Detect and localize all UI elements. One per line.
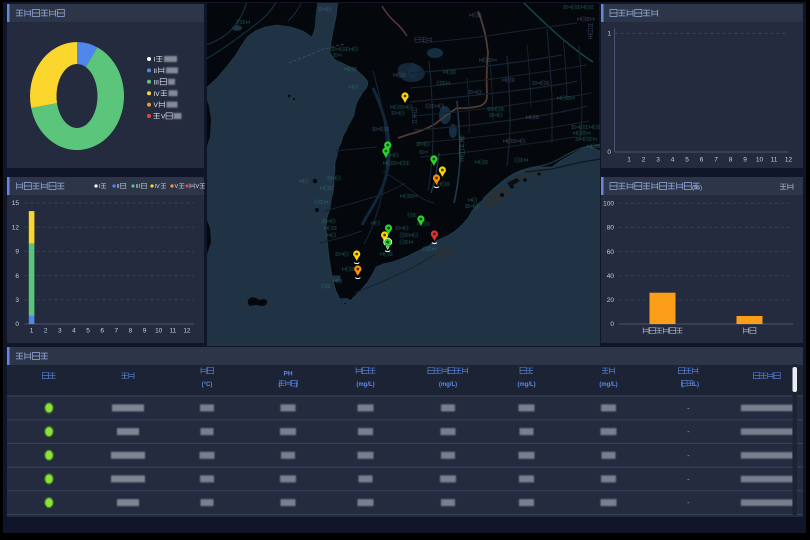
- svg-text:12: 12: [12, 224, 20, 231]
- svg-text:(mg/L): (mg/L): [599, 382, 617, 388]
- svg-text:0: 0: [15, 321, 19, 328]
- svg-text:II: II: [154, 68, 158, 75]
- svg-text:1: 1: [607, 31, 611, 38]
- svg-text:3: 3: [15, 297, 19, 304]
- svg-text:0: 0: [607, 149, 611, 156]
- svg-text:6: 6: [100, 328, 104, 335]
- svg-text:V: V: [175, 184, 179, 190]
- svg-text:V: V: [161, 114, 166, 121]
- svg-text:2: 2: [44, 328, 48, 335]
- svg-text:80: 80: [607, 225, 615, 232]
- svg-text:III: III: [136, 184, 141, 190]
- svg-text:(mg/L): (mg/L): [356, 382, 374, 388]
- svg-text:3: 3: [656, 157, 660, 164]
- svg-text:7: 7: [115, 328, 119, 335]
- svg-text:8: 8: [129, 328, 133, 335]
- svg-text:60: 60: [607, 249, 615, 256]
- svg-text:12: 12: [183, 328, 191, 335]
- svg-text:IV: IV: [155, 184, 161, 190]
- svg-text:(%): (%): [692, 185, 702, 192]
- svg-text:(: (: [681, 382, 683, 388]
- svg-text:PH: PH: [283, 371, 292, 378]
- svg-text:3: 3: [58, 328, 62, 335]
- svg-text:1: 1: [30, 328, 34, 335]
- svg-text:10: 10: [756, 157, 764, 164]
- svg-text:9: 9: [743, 157, 747, 164]
- svg-text:/L): /L): [692, 382, 699, 388]
- svg-text:4: 4: [671, 157, 675, 164]
- svg-text:V: V: [154, 102, 159, 109]
- svg-text:7: 7: [714, 157, 718, 164]
- svg-text:(°C): (°C): [202, 382, 213, 388]
- svg-text:V: V: [196, 184, 200, 190]
- svg-text:II: II: [117, 184, 121, 190]
- svg-text:4: 4: [72, 328, 76, 335]
- svg-text:III: III: [154, 79, 160, 86]
- svg-text:20: 20: [607, 297, 615, 304]
- svg-text:40: 40: [607, 273, 615, 280]
- svg-text:9: 9: [143, 328, 147, 335]
- svg-text:IV: IV: [154, 91, 161, 98]
- svg-text:5: 5: [685, 157, 689, 164]
- svg-text:(: (: [279, 382, 281, 388]
- svg-text:I: I: [154, 57, 156, 64]
- svg-text:1: 1: [627, 157, 631, 164]
- svg-text:(mg/L): (mg/L): [439, 382, 457, 388]
- svg-text:0: 0: [610, 321, 614, 328]
- svg-text:2: 2: [642, 157, 646, 164]
- svg-text:10: 10: [155, 328, 163, 335]
- svg-text:5: 5: [86, 328, 90, 335]
- svg-text:12: 12: [785, 157, 793, 164]
- svg-text:15: 15: [12, 200, 20, 207]
- svg-text:6: 6: [15, 273, 19, 280]
- svg-text:11: 11: [771, 157, 778, 164]
- svg-text:6: 6: [700, 157, 704, 164]
- svg-text:9: 9: [15, 249, 19, 256]
- svg-text:): ): [296, 382, 298, 388]
- svg-text:11: 11: [169, 328, 176, 335]
- svg-text:100: 100: [603, 201, 614, 208]
- svg-text:(mg/L): (mg/L): [517, 382, 535, 388]
- svg-text:8: 8: [729, 157, 733, 164]
